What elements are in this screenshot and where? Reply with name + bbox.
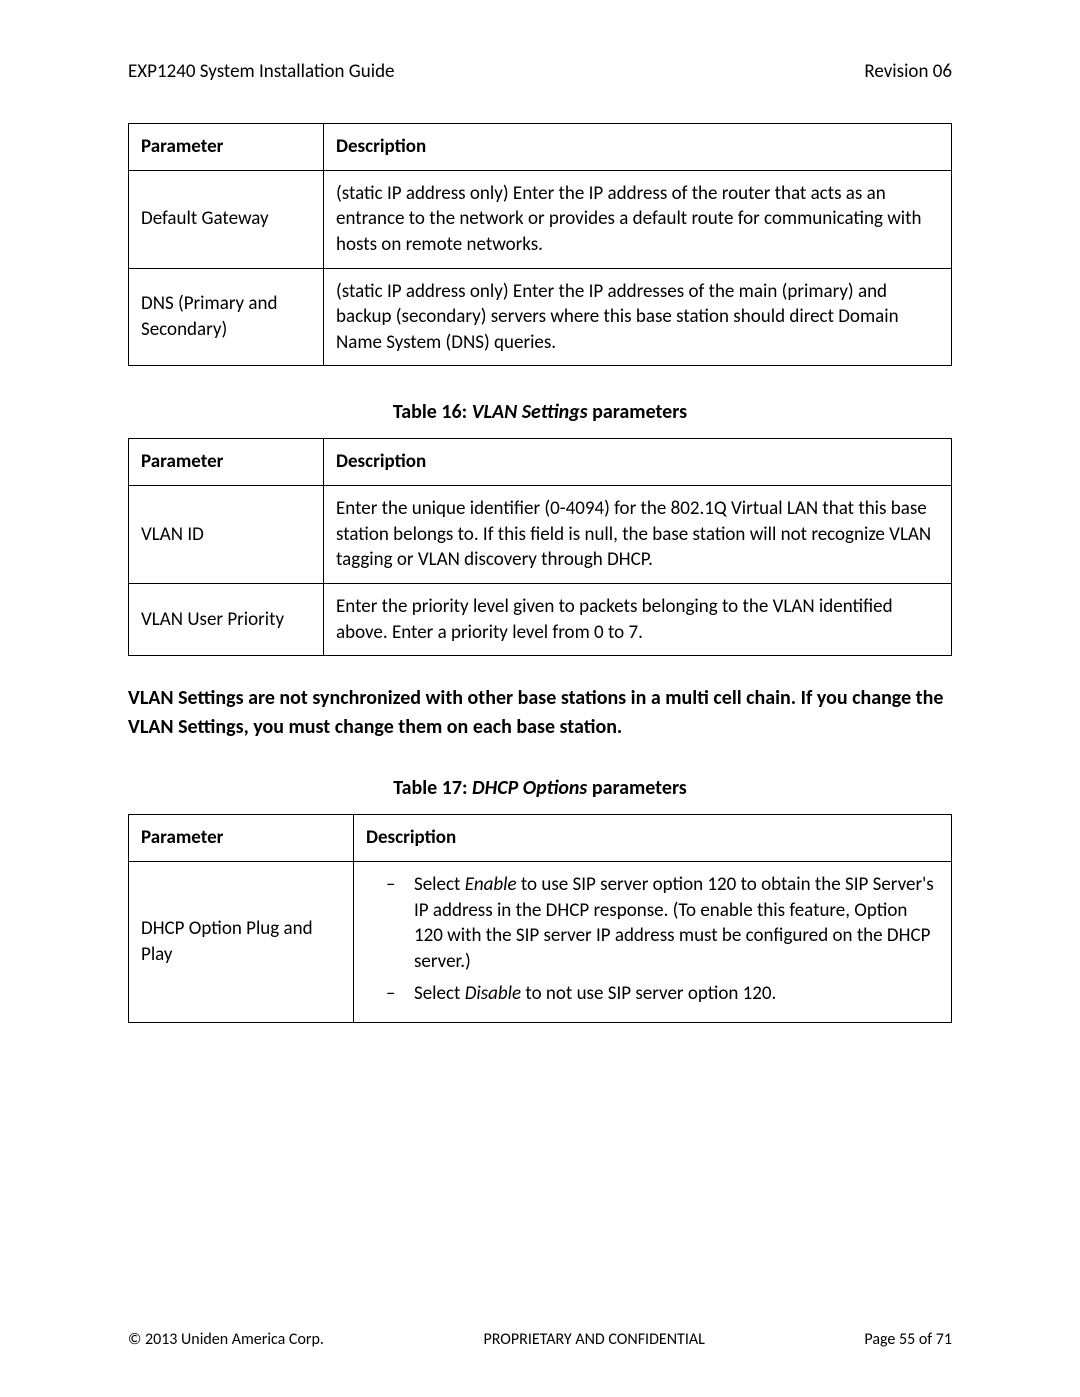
footer-copyright: © 2013 Uniden America Corp. [128, 1330, 324, 1349]
caption-prefix: Table 16: [393, 400, 472, 424]
footer-confidential: PROPRIETARY AND CONFIDENTIAL [483, 1330, 704, 1349]
cell-param: VLAN User Priority [129, 584, 324, 656]
cell-desc: (static IP address only) Enter the IP ad… [324, 170, 952, 268]
footer-page-number: Page 55 of 71 [864, 1330, 952, 1349]
cell-param: DHCP Option Plug and Play [129, 861, 354, 1022]
caption-suffix: parameters [587, 776, 686, 800]
table-caption-16: Table 16: VLAN Settings parameters [128, 400, 952, 424]
page-header: EXP1240 System Installation Guide Revisi… [128, 60, 952, 83]
cell-desc: Enter the unique identifier (0-4094) for… [324, 486, 952, 584]
table-dhcp-options: Parameter Description DHCP Option Plug a… [128, 814, 952, 1023]
caption-suffix: parameters [588, 400, 687, 424]
vlan-sync-note: VLAN Settings are not synchronized with … [128, 684, 952, 742]
table-header-row: Parameter Description [129, 124, 952, 171]
cell-param: Default Gateway [129, 170, 324, 268]
table-row: VLAN User Priority Enter the priority le… [129, 584, 952, 656]
header-title: EXP1240 System Installation Guide [128, 60, 395, 83]
table-header-row: Parameter Description [129, 815, 952, 862]
table-row: DHCP Option Plug and Play Select Enable … [129, 861, 952, 1022]
col-header-description: Description [354, 815, 952, 862]
caption-prefix: Table 17: [393, 776, 472, 800]
col-header-description: Description [324, 124, 952, 171]
text: Select [414, 873, 465, 896]
header-revision: Revision 06 [864, 60, 952, 83]
col-header-parameter: Parameter [129, 439, 324, 486]
text: to not use SIP server option 120. [521, 982, 776, 1005]
list-item: Select Enable to use SIP server option 1… [386, 872, 939, 975]
col-header-parameter: Parameter [129, 124, 324, 171]
table-header-row: Parameter Description [129, 439, 952, 486]
col-header-description: Description [324, 439, 952, 486]
table-caption-17: Table 17: DHCP Options parameters [128, 776, 952, 800]
table-row: Default Gateway (static IP address only)… [129, 170, 952, 268]
emphasis: Disable [465, 982, 521, 1005]
document-page: EXP1240 System Installation Guide Revisi… [0, 0, 1080, 1397]
cell-param: DNS (Primary and Secondary) [129, 268, 324, 366]
caption-title: DHCP Options [472, 776, 587, 800]
cell-desc: (static IP address only) Enter the IP ad… [324, 268, 952, 366]
text: Select [414, 982, 465, 1005]
bullet-list: Select Enable to use SIP server option 1… [366, 872, 939, 1006]
caption-title: VLAN Settings [472, 400, 588, 424]
emphasis: Enable [465, 873, 517, 896]
cell-desc: Select Enable to use SIP server option 1… [354, 861, 952, 1022]
cell-param: VLAN ID [129, 486, 324, 584]
table-vlan-settings: Parameter Description VLAN ID Enter the … [128, 438, 952, 656]
table-row: VLAN ID Enter the unique identifier (0-4… [129, 486, 952, 584]
list-item: Select Disable to not use SIP server opt… [386, 981, 939, 1007]
page-footer: © 2013 Uniden America Corp. PROPRIETARY … [128, 1330, 952, 1349]
table-row: DNS (Primary and Secondary) (static IP a… [129, 268, 952, 366]
col-header-parameter: Parameter [129, 815, 354, 862]
cell-desc: Enter the priority level given to packet… [324, 584, 952, 656]
table-ip-settings: Parameter Description Default Gateway (s… [128, 123, 952, 366]
